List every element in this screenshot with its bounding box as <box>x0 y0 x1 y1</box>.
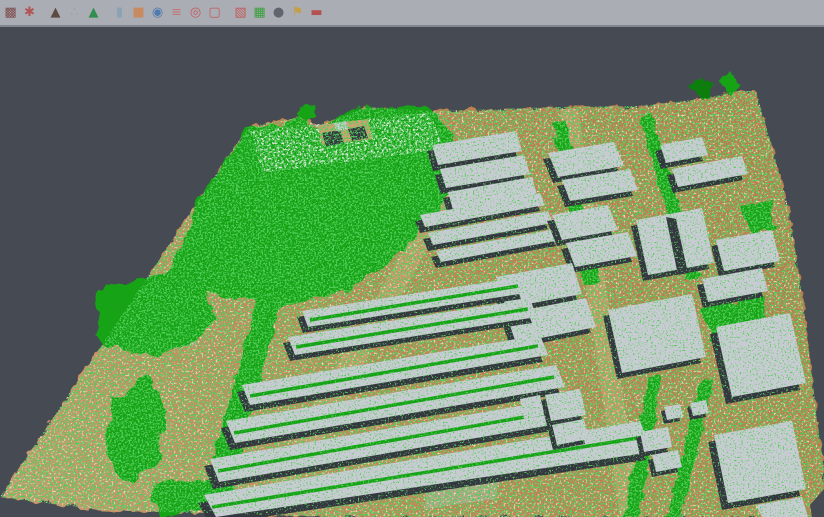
terrain-icon[interactable]: ▲ <box>47 3 64 22</box>
viewport-3d[interactable] <box>0 27 824 517</box>
texture-icon[interactable]: ▮ <box>111 3 128 22</box>
layers-icon[interactable]: ≡ <box>168 3 185 22</box>
main-toolbar: ▩ ✱ ▲ ∴ ▲ ▮ ■ ◉ ≡ ◎ ▢ ▧ ▦ ● ⚑ ▬ <box>0 0 824 27</box>
model-icon[interactable]: ▲ <box>85 3 102 22</box>
circle-select-icon[interactable]: ◎ <box>187 3 204 22</box>
crop-icon[interactable]: ▧ <box>232 3 249 22</box>
project-icon[interactable]: ▩ <box>2 3 19 22</box>
delete-icon[interactable]: ▬ <box>308 3 325 22</box>
points-icon[interactable]: ∴ <box>66 3 83 22</box>
point-cloud-canvas <box>0 27 824 517</box>
sphere-icon[interactable]: ● <box>270 3 287 22</box>
classify-icon[interactable]: ▦ <box>251 3 268 22</box>
measure-icon[interactable]: ⚑ <box>289 3 306 22</box>
orthophoto-icon[interactable]: ■ <box>130 3 147 22</box>
globe-icon[interactable]: ◉ <box>149 3 166 22</box>
app-window: ▩ ✱ ▲ ∴ ▲ ▮ ■ ◉ ≡ ◎ ▢ ▧ ▦ ● ⚑ ▬ <box>0 0 824 517</box>
rect-select-icon[interactable]: ▢ <box>206 3 223 22</box>
import-icon[interactable]: ✱ <box>21 3 38 22</box>
